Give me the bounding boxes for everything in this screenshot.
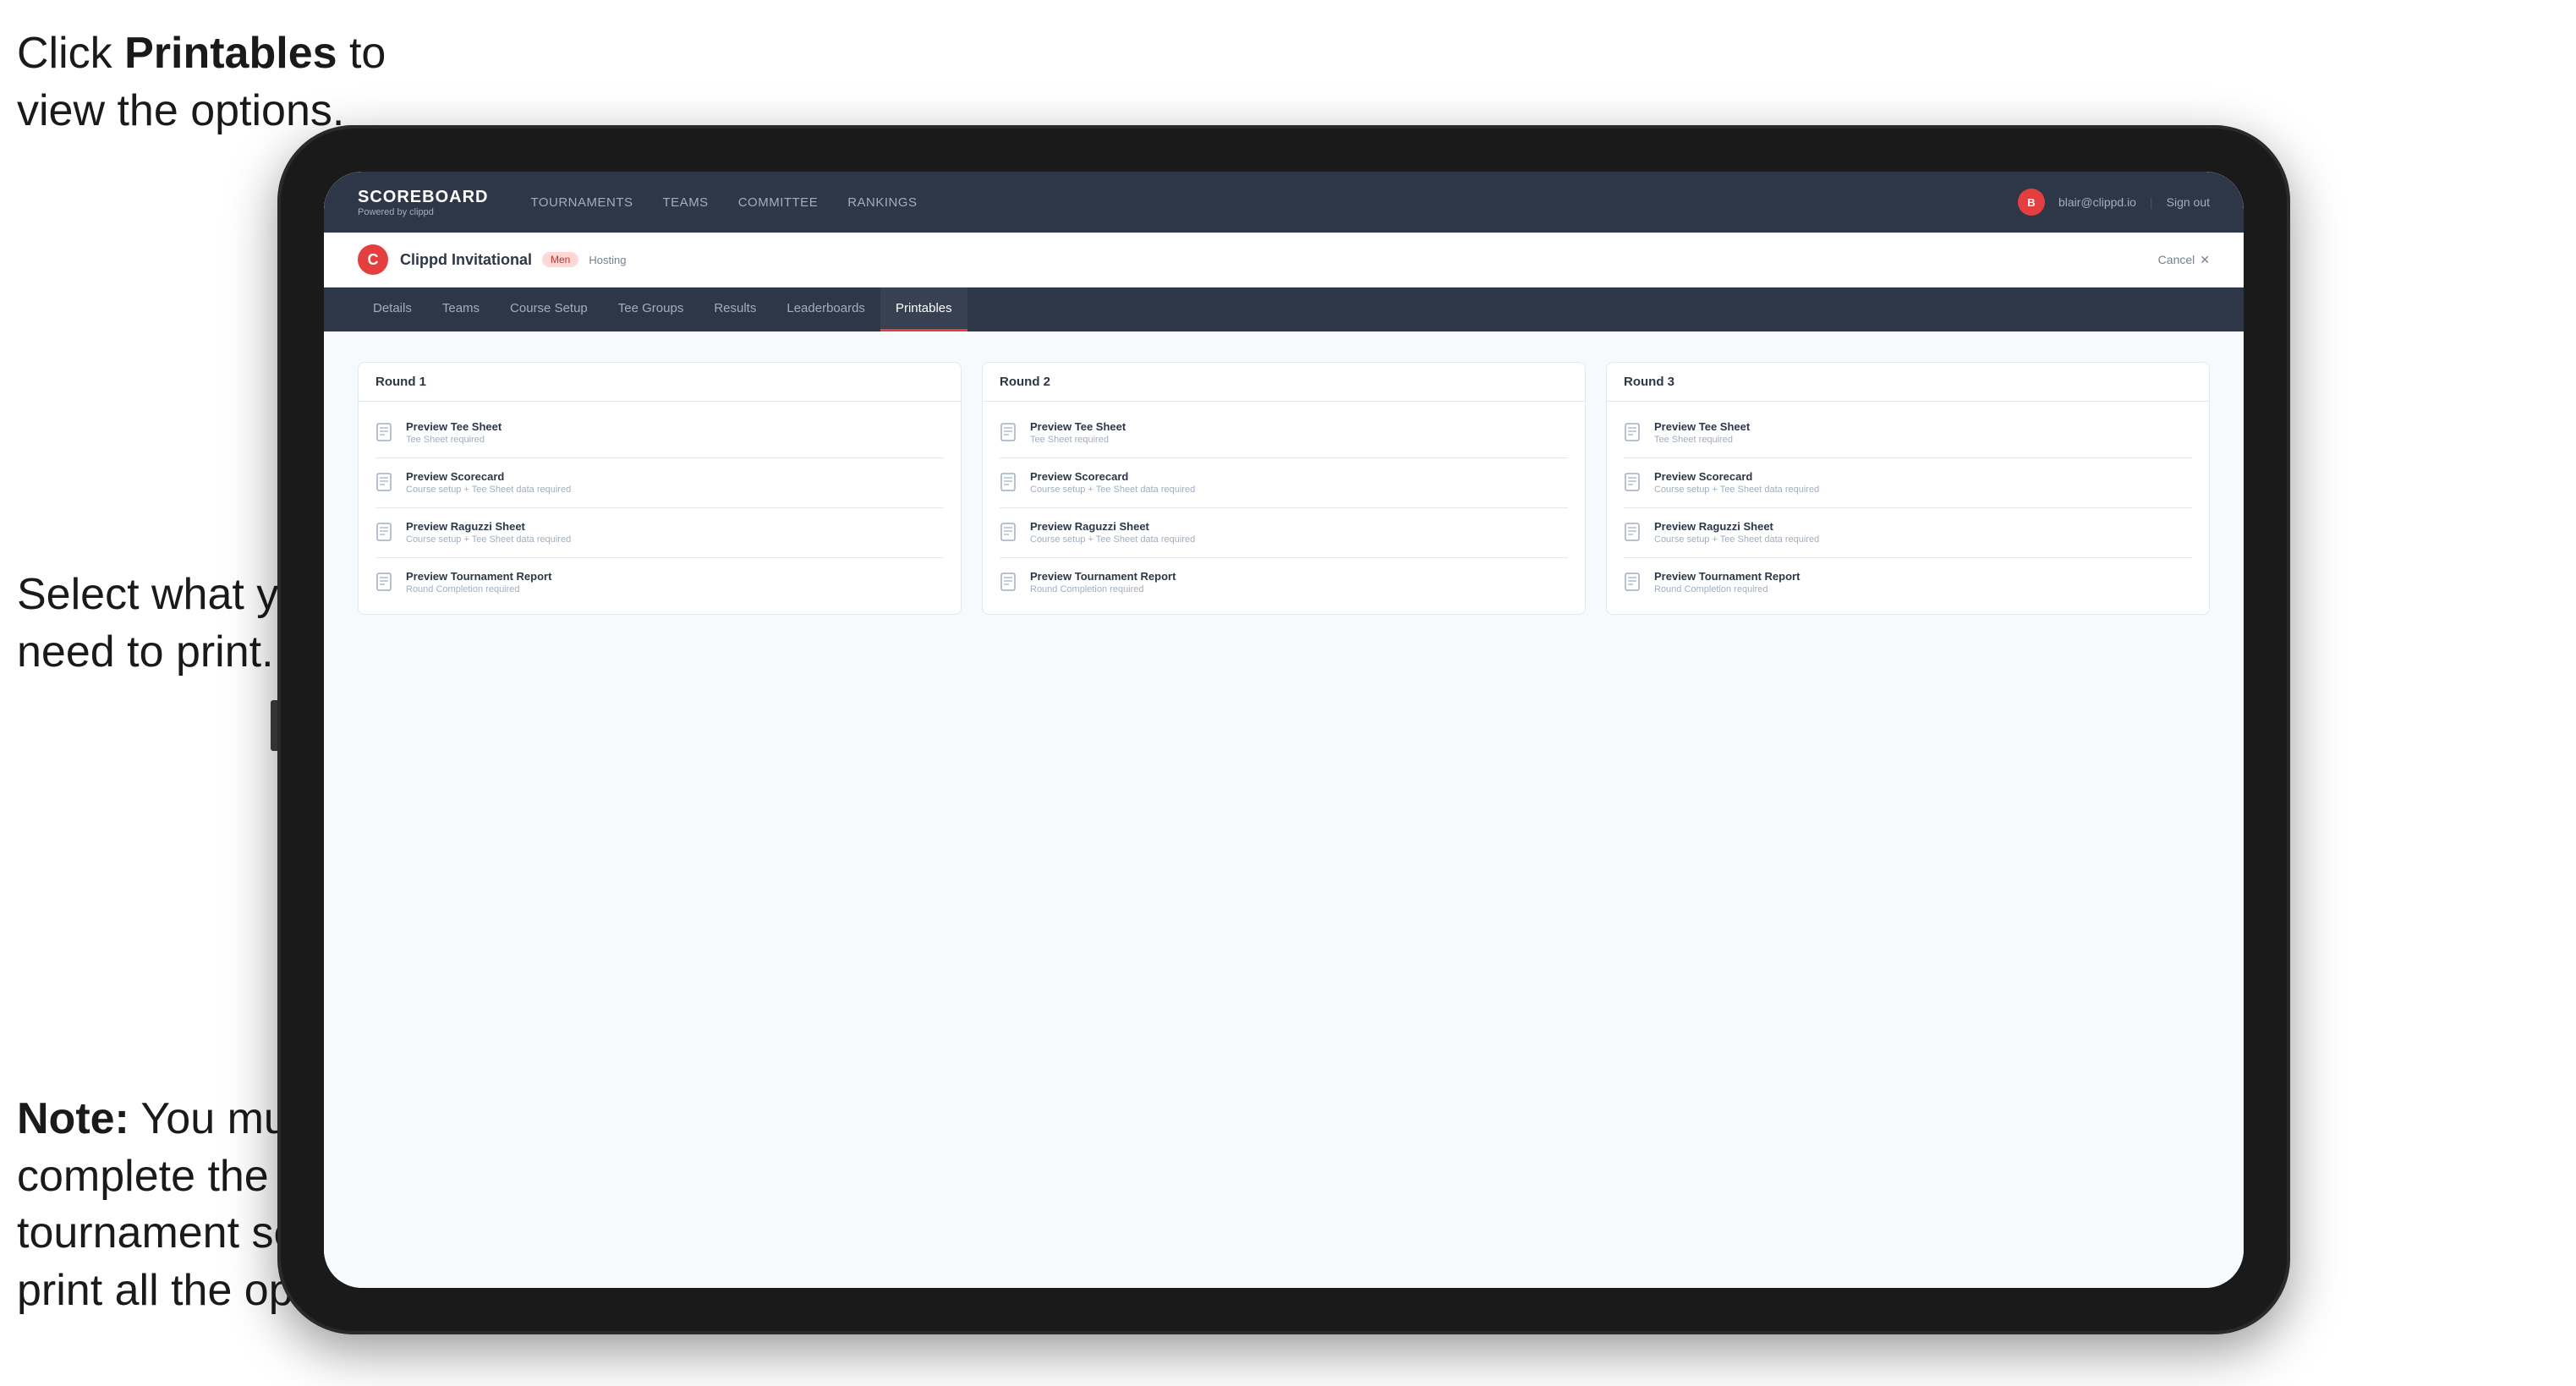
round-1-header: Round 1 [359, 363, 961, 402]
tournament-name: Clippd Invitational [400, 251, 532, 269]
tablet-shell: SCOREBOARD Powered by clippd TOURNAMENTS… [277, 125, 2290, 1334]
round-2-tee-sheet-label: Preview Tee Sheet [1030, 420, 1126, 433]
annotation-bold-printables: Printables [124, 29, 337, 78]
round-3-tournament-report[interactable]: Preview Tournament Report Round Completi… [1607, 562, 2209, 604]
tournament-logo: C [358, 244, 388, 275]
round-2-scorecard[interactable]: Preview Scorecard Course setup + Tee She… [983, 462, 1585, 504]
nav-teams[interactable]: TEAMS [663, 191, 709, 214]
round-1-column: Round 1 Preview Tee Sheet [358, 362, 962, 615]
round-2-column: Round 2 Preview Tee Sheet [982, 362, 1586, 615]
cancel-button[interactable]: Cancel ✕ [2158, 253, 2210, 267]
round-2-raguzzi-sublabel: Course setup + Tee Sheet data required [1030, 534, 1195, 545]
tablet-side-button [271, 700, 277, 751]
tab-details[interactable]: Details [358, 288, 427, 331]
round-3-scorecard-label: Preview Scorecard [1654, 470, 1819, 483]
round-3-tee-sheet-sublabel: Tee Sheet required [1654, 435, 1750, 445]
app-container: SCOREBOARD Powered by clippd TOURNAMENTS… [324, 172, 2244, 1288]
tournament-header: C Clippd Invitational Men Hosting Cancel… [324, 233, 2244, 288]
tab-tee-groups[interactable]: Tee Groups [603, 288, 699, 331]
cancel-x-icon: ✕ [2200, 253, 2210, 267]
tournament-logo-letter: C [368, 251, 379, 269]
round-3-report-label: Preview Tournament Report [1654, 570, 1800, 583]
round-2-tee-sheet[interactable]: Preview Tee Sheet Tee Sheet required [983, 412, 1585, 454]
round-1-report-sublabel: Round Completion required [406, 584, 551, 594]
tab-teams[interactable]: Teams [427, 288, 495, 331]
round-1-raguzzi[interactable]: Preview Raguzzi Sheet Course setup + Tee… [359, 512, 961, 554]
round-3-raguzzi-label: Preview Raguzzi Sheet [1654, 520, 1819, 533]
round-2-report-label: Preview Tournament Report [1030, 570, 1176, 583]
top-nav-links: TOURNAMENTS TEAMS COMMITTEE RANKINGS [530, 191, 2017, 214]
round-2-raguzzi-label: Preview Raguzzi Sheet [1030, 520, 1195, 533]
divider-3 [375, 557, 944, 558]
tournament-hosting: Hosting [589, 254, 626, 266]
scoreboard-brand: SCOREBOARD Powered by clippd [358, 188, 488, 217]
divider-1 [375, 457, 944, 458]
nav-separator: | [2150, 195, 2153, 209]
user-email: blair@clippd.io [2058, 195, 2136, 209]
top-nav-right: B blair@clippd.io | Sign out [2018, 189, 2210, 216]
tab-nav: Details Teams Course Setup Tee Groups Re… [324, 288, 2244, 331]
round-3-column: Round 3 Preview Tee Sheet [1606, 362, 2210, 615]
round-1-tee-sheet-sublabel: Tee Sheet required [406, 435, 501, 445]
round-3-report-sublabel: Round Completion required [1654, 584, 1800, 594]
round-2-header: Round 2 [983, 363, 1585, 402]
tab-course-setup[interactable]: Course Setup [495, 288, 603, 331]
round-1-tee-sheet-label: Preview Tee Sheet [406, 420, 501, 433]
scorecard-icon [375, 472, 396, 496]
round-3-items: Preview Tee Sheet Tee Sheet required [1607, 402, 2209, 614]
round-2-tee-sheet-sublabel: Tee Sheet required [1030, 435, 1126, 445]
rounds-grid: Round 1 Preview Tee Sheet [358, 362, 2210, 615]
tab-leaderboards[interactable]: Leaderboards [771, 288, 880, 331]
annotation-note-bold: Note: [17, 1094, 129, 1143]
tab-printables[interactable]: Printables [880, 288, 967, 331]
round-1-items: Preview Tee Sheet Tee Sheet required [359, 402, 961, 614]
round-3-tee-sheet-label: Preview Tee Sheet [1654, 420, 1750, 433]
round-2-tournament-report[interactable]: Preview Tournament Report Round Completi… [983, 562, 1585, 604]
round-1-raguzzi-text: Preview Raguzzi Sheet Course setup + Tee… [406, 520, 571, 545]
round-1-raguzzi-label: Preview Raguzzi Sheet [406, 520, 571, 533]
round-1-scorecard-label: Preview Scorecard [406, 470, 571, 483]
round-1-tee-sheet-text: Preview Tee Sheet Tee Sheet required [406, 420, 501, 445]
round-1-scorecard-sublabel: Course setup + Tee Sheet data required [406, 485, 571, 495]
round-3-scorecard-sublabel: Course setup + Tee Sheet data required [1654, 485, 1819, 495]
brand-subtitle: Powered by clippd [358, 207, 488, 217]
nav-rankings[interactable]: RANKINGS [847, 191, 917, 214]
tee-sheet-icon [375, 422, 396, 446]
round-1-report-label: Preview Tournament Report [406, 570, 551, 583]
round-3-raguzzi[interactable]: Preview Raguzzi Sheet Course setup + Tee… [1607, 512, 2209, 554]
report-icon [375, 572, 396, 595]
main-content: Round 1 Preview Tee Sheet [324, 331, 2244, 1288]
tab-results[interactable]: Results [699, 288, 771, 331]
sign-out-link[interactable]: Sign out [2167, 195, 2210, 209]
round-3-scorecard[interactable]: Preview Scorecard Course setup + Tee She… [1607, 462, 2209, 504]
top-nav: SCOREBOARD Powered by clippd TOURNAMENTS… [324, 172, 2244, 233]
round-2-report-sublabel: Round Completion required [1030, 584, 1176, 594]
tournament-badge: Men [542, 252, 578, 267]
round-1-report-text: Preview Tournament Report Round Completi… [406, 570, 551, 594]
brand-title: SCOREBOARD [358, 188, 488, 207]
round-2-scorecard-sublabel: Course setup + Tee Sheet data required [1030, 485, 1195, 495]
user-avatar: B [2018, 189, 2045, 216]
nav-committee[interactable]: COMMITTEE [738, 191, 819, 214]
round-1-scorecard[interactable]: Preview Scorecard Course setup + Tee She… [359, 462, 961, 504]
round-2-tee-sheet-icon [1000, 422, 1020, 446]
round-2-items: Preview Tee Sheet Tee Sheet required [983, 402, 1585, 614]
round-1-tee-sheet[interactable]: Preview Tee Sheet Tee Sheet required [359, 412, 961, 454]
tablet-screen: SCOREBOARD Powered by clippd TOURNAMENTS… [324, 172, 2244, 1288]
round-1-scorecard-text: Preview Scorecard Course setup + Tee She… [406, 470, 571, 495]
raguzzi-icon [375, 522, 396, 545]
round-3-raguzzi-sublabel: Course setup + Tee Sheet data required [1654, 534, 1819, 545]
nav-tournaments[interactable]: TOURNAMENTS [530, 191, 633, 214]
round-3-tee-sheet[interactable]: Preview Tee Sheet Tee Sheet required [1607, 412, 2209, 454]
round-1-tournament-report[interactable]: Preview Tournament Report Round Completi… [359, 562, 961, 604]
round-2-scorecard-label: Preview Scorecard [1030, 470, 1195, 483]
round-1-raguzzi-sublabel: Course setup + Tee Sheet data required [406, 534, 571, 545]
annotation-top: Click Printables toview the options. [17, 25, 457, 140]
round-2-raguzzi[interactable]: Preview Raguzzi Sheet Course setup + Tee… [983, 512, 1585, 554]
divider-2 [375, 507, 944, 508]
round-3-header: Round 3 [1607, 363, 2209, 402]
